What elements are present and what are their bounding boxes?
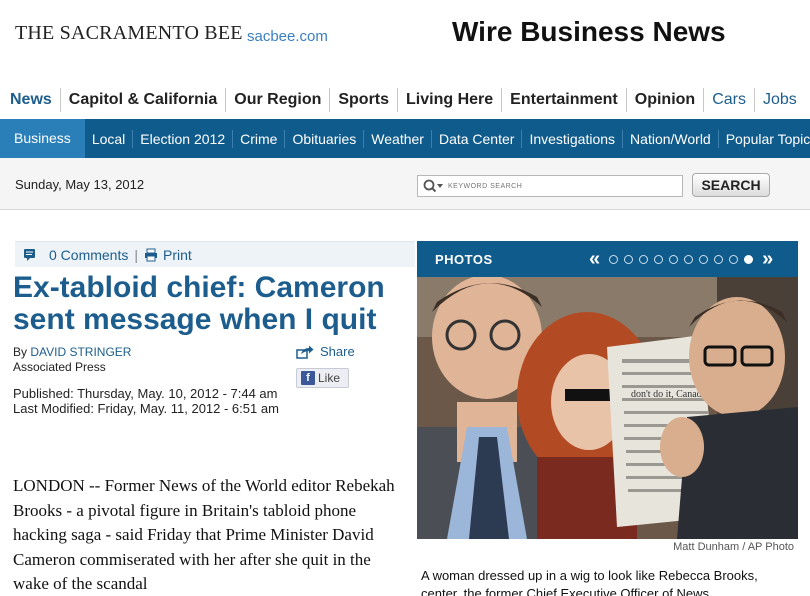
facebook-icon: f bbox=[301, 371, 315, 385]
primary-nav: News Capitol & California Our Region Spo… bbox=[0, 82, 810, 118]
subnav-item-election-2012[interactable]: Election 2012 bbox=[133, 129, 234, 148]
nav-item-cars[interactable]: Cars bbox=[704, 88, 755, 112]
subnav-item-data-center[interactable]: Data Center bbox=[432, 129, 523, 148]
secondary-nav: Business Local Election 2012 Crime Obitu… bbox=[0, 119, 810, 158]
photo-dot[interactable] bbox=[729, 254, 739, 264]
photo-dot[interactable] bbox=[639, 254, 649, 264]
print-link[interactable]: Print bbox=[163, 247, 192, 263]
photos-title: PHOTOS bbox=[435, 252, 493, 267]
subnav-item-weather[interactable]: Weather bbox=[364, 129, 432, 148]
share-icon bbox=[296, 345, 314, 359]
newspaper-text: don't do it, Canada bbox=[631, 389, 707, 400]
nav-item-opinion[interactable]: Opinion bbox=[627, 88, 705, 112]
subnav-item-popular-topics[interactable]: Popular Topics bbox=[719, 130, 810, 148]
comments-link[interactable]: 0 Comments bbox=[49, 247, 128, 263]
nav-item-entertainment[interactable]: Entertainment bbox=[502, 88, 627, 112]
nav-item-our-region[interactable]: Our Region bbox=[226, 88, 331, 112]
share-button[interactable]: Share bbox=[296, 344, 355, 359]
agency: Associated Press bbox=[13, 360, 106, 374]
subnav-item-nation-world[interactable]: Nation/World bbox=[623, 129, 719, 148]
search-box[interactable] bbox=[417, 175, 683, 197]
article-headline: Ex-tabloid chief: Cameron sent message w… bbox=[13, 271, 385, 336]
section-title: Wire Business News bbox=[452, 16, 726, 47]
nav-item-sports[interactable]: Sports bbox=[330, 88, 399, 112]
news-photo[interactable]: don't do it, Canada bbox=[417, 277, 798, 539]
subnav-item-investigations[interactable]: Investigations bbox=[522, 129, 624, 148]
comment-icon[interactable] bbox=[23, 248, 37, 262]
photo-gallery: PHOTOS « » don't do it, Canada Matt Dunh… bbox=[417, 241, 798, 596]
subnav-item-business[interactable]: Business bbox=[0, 119, 85, 158]
photo-dot[interactable] bbox=[714, 254, 724, 264]
photo-dot[interactable] bbox=[624, 254, 634, 264]
nav-item-living-here[interactable]: Living Here bbox=[398, 88, 503, 112]
photo-gallery-header: PHOTOS « » bbox=[417, 241, 798, 277]
article-body: LONDON -- Former News of the World edito… bbox=[13, 476, 395, 593]
nav-item-capitol-california[interactable]: Capitol & California bbox=[61, 88, 227, 112]
tools-separator: | bbox=[134, 246, 138, 263]
photo-dot[interactable] bbox=[699, 254, 709, 264]
author-link[interactable]: DAVID STRINGER bbox=[30, 345, 131, 359]
current-date: Sunday, May 13, 2012 bbox=[15, 177, 145, 192]
news-photo-image: don't do it, Canada bbox=[417, 277, 798, 539]
byline-prefix: By bbox=[13, 345, 31, 359]
article-dates: Published: Thursday, May. 10, 2012 - 7:4… bbox=[13, 386, 303, 416]
subnav-item-obituaries[interactable]: Obituaries bbox=[285, 129, 365, 148]
facebook-like-button[interactable]: f Like bbox=[296, 368, 349, 388]
nav-item-news[interactable]: News bbox=[0, 88, 61, 112]
photo-caption: A woman dressed up in a wig to look like… bbox=[421, 568, 758, 596]
byline: By DAVID STRINGER Associated Press bbox=[13, 345, 131, 375]
article-tools: 0 Comments | Print bbox=[15, 241, 415, 267]
published-date: Published: Thursday, May. 10, 2012 - 7:4… bbox=[13, 386, 278, 401]
photo-dot[interactable] bbox=[609, 254, 619, 264]
masthead: THE SACRAMENTO BEE sacbee.com Wire Busin… bbox=[0, 0, 810, 82]
share-label: Share bbox=[320, 344, 355, 359]
photo-dot[interactable] bbox=[684, 254, 694, 264]
subnav-item-crime[interactable]: Crime bbox=[233, 129, 286, 148]
site-domain-link[interactable]: sacbee.com bbox=[247, 28, 328, 45]
next-arrow-icon[interactable]: » bbox=[762, 249, 773, 269]
site-logo[interactable]: THE SACRAMENTO BEE bbox=[15, 22, 243, 45]
modified-date: Last Modified: Friday, May. 11, 2012 - 6… bbox=[13, 401, 279, 416]
nav-item-jobs[interactable]: Jobs bbox=[755, 88, 805, 112]
date-search-bar: Sunday, May 13, 2012 SEARCH bbox=[0, 158, 810, 210]
previous-arrow-icon[interactable]: « bbox=[589, 249, 600, 269]
photo-pager: « » bbox=[589, 249, 773, 269]
like-label: Like bbox=[318, 371, 341, 385]
search-input[interactable] bbox=[448, 178, 678, 194]
printer-icon[interactable] bbox=[144, 248, 158, 262]
photo-dot[interactable] bbox=[654, 254, 664, 264]
photo-credit: Matt Dunham / AP Photo bbox=[673, 541, 794, 553]
photo-dot-active[interactable] bbox=[744, 254, 754, 264]
photo-dot[interactable] bbox=[669, 254, 679, 264]
search-icon[interactable] bbox=[422, 178, 444, 194]
search-button[interactable]: SEARCH bbox=[692, 173, 770, 197]
subnav-item-local[interactable]: Local bbox=[85, 129, 134, 148]
